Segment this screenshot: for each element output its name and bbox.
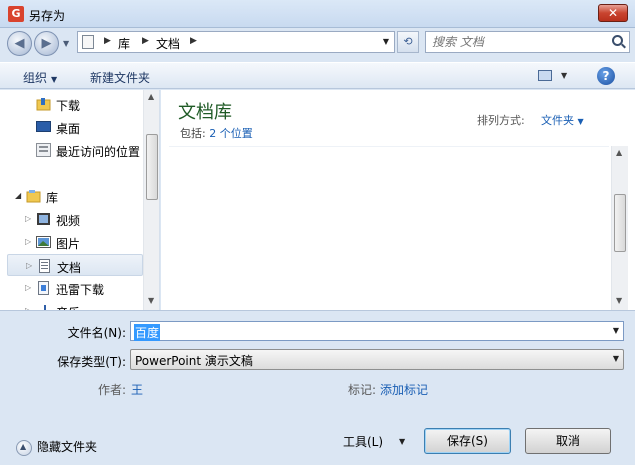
expanded-icon[interactable]: ◢ [15, 191, 21, 200]
author-value[interactable]: 王 [131, 381, 143, 398]
filetype-value: PowerPoint 演示文稿 [135, 354, 253, 368]
close-button[interactable]: ✕ [598, 4, 628, 22]
nav-item-recent-places[interactable]: 最近访问的位置 [0, 139, 143, 161]
navigation-pane[interactable]: 下载 桌面 最近访问的位置 ◢ 库 ▷ 视频 ▷ 图片 ▷ 文档 ▷ 迅雷下载 … [0, 90, 160, 310]
window-title: 另存为 [29, 9, 66, 23]
scroll-up-icon[interactable]: ▲ [616, 148, 622, 157]
nav-item-videos[interactable]: ▷ 视频 [0, 208, 143, 230]
search-box[interactable] [425, 31, 630, 53]
nav-item-music[interactable]: ▷ 音乐 [0, 300, 143, 310]
address-dropdown-icon[interactable]: ▼ [383, 37, 389, 46]
breadcrumb-separator-icon[interactable]: ▶ [104, 36, 111, 46]
author-label: 作者: [98, 383, 127, 397]
expander-icon[interactable]: ▷ [25, 214, 31, 223]
app-icon: G [8, 6, 24, 22]
help-icon[interactable]: ? [597, 67, 615, 85]
documents-library-icon [39, 259, 50, 273]
refresh-button[interactable]: ⟲ [397, 31, 419, 53]
includes-locations-link[interactable]: 2 个位置 [209, 127, 253, 140]
expander-icon[interactable]: ▷ [25, 237, 31, 246]
chevron-down-icon: ▼ [51, 75, 58, 84]
search-input[interactable] [432, 34, 602, 50]
add-tags-link[interactable]: 添加标记 [380, 381, 428, 398]
view-icon[interactable] [538, 70, 552, 81]
breadcrumb-separator-icon[interactable]: ▶ [142, 36, 149, 46]
search-icon[interactable] [612, 35, 623, 46]
tags-label: 标记: [348, 383, 377, 397]
breadcrumb-library[interactable]: 库 [118, 35, 130, 52]
tools-menu[interactable]: 工具(L) [343, 433, 383, 450]
sort-label: 排列方式: [477, 114, 525, 127]
scroll-down-icon[interactable]: ▼ [616, 296, 622, 305]
pictures-library-icon [36, 236, 51, 248]
scroll-thumb[interactable] [146, 134, 158, 200]
filename-input[interactable]: 百度 ▼ [130, 321, 624, 341]
command-bar: 组织 ▼ 新建文件夹 ▼ ? [0, 62, 635, 89]
nav-item-pictures[interactable]: ▷ 图片 [0, 231, 143, 253]
filename-label: 文件名(N): [67, 326, 126, 340]
address-bar[interactable]: ▶ 库 ▶ 文档 ▶ ▼ [77, 31, 395, 53]
collapse-icon [16, 439, 32, 456]
file-list-scrollbar[interactable]: ▲ ▼ [611, 146, 628, 310]
filetype-label: 保存类型(T): [57, 355, 126, 369]
thunder-download-icon [38, 281, 49, 295]
chevron-down-icon: ▼ [577, 117, 584, 126]
organize-menu[interactable]: 组织 ▼ [23, 69, 57, 86]
save-form: 文件名(N): 百度 ▼ 保存类型(T): PowerPoint 演示文稿 ▼ … [0, 310, 635, 465]
recent-places-icon [36, 143, 51, 157]
file-list-pane[interactable]: 文档库 包括: 2 个位置 排列方式: 文件夹 ▼ ▲ ▼ [161, 90, 635, 310]
download-folder-icon [36, 98, 51, 111]
tools-dropdown-icon[interactable]: ▼ [399, 437, 405, 446]
expander-icon[interactable]: ▷ [26, 261, 32, 270]
breadcrumb-documents[interactable]: 文档 [156, 35, 180, 52]
navigation-scrollbar[interactable]: ▲ ▼ [143, 90, 159, 310]
expander-icon[interactable]: ▷ [25, 283, 31, 292]
new-folder-button[interactable]: 新建文件夹 [90, 69, 150, 86]
library-icon [26, 190, 41, 203]
nav-item-thunder-download[interactable]: ▷ 迅雷下载 [0, 277, 143, 299]
save-button[interactable]: 保存(S) [424, 428, 511, 454]
library-includes: 包括: 2 个位置 [180, 127, 253, 140]
sort-dropdown[interactable]: 文件夹 ▼ [541, 112, 584, 128]
history-dropdown-icon[interactable]: ▼ [63, 39, 69, 48]
filename-dropdown-icon[interactable]: ▼ [613, 326, 619, 335]
file-list[interactable] [169, 146, 609, 310]
scroll-thumb[interactable] [614, 194, 626, 252]
nav-item-downloads[interactable]: 下载 [0, 93, 143, 115]
video-library-icon [37, 213, 50, 225]
scroll-down-icon[interactable]: ▼ [148, 296, 154, 305]
location-icon [82, 35, 94, 49]
nav-item-libraries[interactable]: ◢ 库 [0, 185, 143, 207]
organize-label: 组织 [23, 71, 48, 85]
filetype-dropdown-icon[interactable]: ▼ [613, 354, 619, 363]
title-bar: G 另存为 ✕ [0, 0, 635, 28]
desktop-icon [36, 121, 51, 132]
nav-item-desktop[interactable]: 桌面 [0, 116, 143, 138]
nav-item-documents[interactable]: ▷ 文档 [7, 254, 143, 276]
cancel-button[interactable]: 取消 [525, 428, 611, 454]
back-button[interactable]: ◀ [7, 31, 32, 56]
library-title: 文档库 [178, 102, 232, 123]
filename-value[interactable]: 百度 [134, 324, 161, 341]
filetype-select[interactable]: PowerPoint 演示文稿 ▼ [130, 349, 624, 370]
scroll-up-icon[interactable]: ▲ [148, 92, 154, 101]
breadcrumb-separator-icon[interactable]: ▶ [190, 36, 197, 46]
forward-button[interactable]: ▶ [34, 31, 59, 56]
hide-folders-toggle[interactable]: 隐藏文件夹 [16, 438, 97, 456]
view-dropdown-icon[interactable]: ▼ [561, 71, 567, 80]
address-row: ◀ ▶ ▼ ▶ 库 ▶ 文档 ▶ ▼ ⟲ [0, 28, 635, 58]
